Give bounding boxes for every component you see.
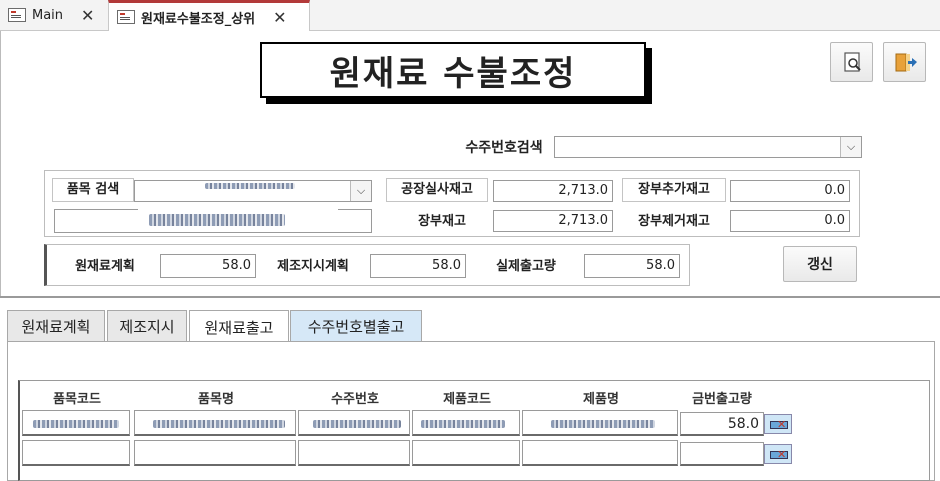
- factory-actual-label: 공장실사재고: [386, 178, 488, 202]
- preview-button[interactable]: [830, 42, 873, 82]
- col-header-out-qty: 금번출고량: [692, 392, 752, 407]
- chevron-down-icon[interactable]: ⌵: [350, 181, 371, 201]
- tab-manufacture-order[interactable]: 제조지시: [107, 310, 187, 342]
- exit-door-icon: [895, 53, 917, 72]
- page-title: 원재료 수불조정: [260, 42, 646, 98]
- actual-out-field[interactable]: 58.0: [584, 254, 680, 278]
- tab-active-form[interactable]: 원재료수불조정_상위 ✕: [108, 0, 310, 31]
- cell-out-qty[interactable]: [680, 442, 764, 466]
- col-header-product-name: 제품명: [583, 392, 619, 407]
- tab-active-label: 원재료수불조정_상위: [141, 11, 256, 27]
- cell-item-code[interactable]: [22, 440, 130, 466]
- cell-product-code[interactable]: [412, 410, 520, 436]
- factory-actual-field[interactable]: 2,713.0: [493, 180, 613, 202]
- cell-item-code[interactable]: [22, 410, 130, 436]
- material-plan-field[interactable]: 58.0: [160, 254, 256, 278]
- form-icon: [8, 8, 26, 22]
- refresh-button[interactable]: 갱신: [783, 246, 857, 282]
- ledger-remove-label: 장부제거재고: [638, 214, 710, 229]
- masked-text: [313, 420, 401, 428]
- col-header-product-code: 제품코드: [443, 392, 491, 407]
- tab-material-out-label: 원재료출고: [204, 319, 274, 337]
- tab-main[interactable]: Main ✕: [8, 0, 108, 30]
- divider: [0, 296, 940, 298]
- masked-text: [205, 183, 295, 189]
- cell-item-name[interactable]: [134, 440, 296, 466]
- close-icon[interactable]: ✕: [273, 8, 286, 27]
- col-header-item-code: 품목코드: [53, 392, 101, 407]
- order-search-combo[interactable]: ⌵: [554, 136, 862, 158]
- exit-button[interactable]: [883, 42, 926, 82]
- print-preview-icon: [844, 52, 861, 72]
- delete-row-icon[interactable]: [764, 414, 792, 434]
- tab-material-out[interactable]: 원재료출고: [189, 310, 289, 344]
- cell-item-name[interactable]: [134, 410, 296, 436]
- material-plan-label: 원재료계획: [75, 259, 135, 274]
- ledger-add-label: 장부추가재고: [622, 178, 726, 202]
- cell-product-name[interactable]: [522, 410, 678, 436]
- cell-out-qty[interactable]: 58.0: [680, 412, 764, 436]
- tab-order-out[interactable]: 수주번호별출고: [290, 310, 422, 342]
- ledger-field[interactable]: 2,713.0: [493, 210, 613, 232]
- tab-material-plan-label: 원재료계획: [21, 317, 91, 336]
- item-search-label: 품목 검색: [52, 178, 134, 202]
- col-header-order-no: 수주번호: [331, 392, 379, 407]
- cell-order-no[interactable]: [298, 410, 410, 436]
- chevron-down-icon[interactable]: ⌵: [840, 137, 861, 157]
- ledger-label: 장부재고: [418, 214, 466, 229]
- masked-text: [149, 214, 285, 226]
- col-header-item-name: 품목명: [198, 392, 234, 407]
- masked-text: [551, 420, 655, 428]
- tab-order-out-label: 수주번호별출고: [307, 317, 405, 336]
- masked-text: [421, 420, 505, 428]
- cell-out-qty-value: 58.0: [727, 416, 759, 432]
- close-icon[interactable]: ✕: [81, 6, 94, 25]
- masked-text: [33, 420, 119, 428]
- delete-row-icon[interactable]: [764, 444, 792, 464]
- ledger-add-field[interactable]: 0.0: [730, 180, 850, 202]
- tab-main-label: Main: [32, 7, 64, 23]
- search-label: 수주번호검색: [465, 140, 543, 156]
- refresh-button-label: 갱신: [807, 257, 833, 273]
- manufacture-plan-label: 제조지시계획: [277, 259, 349, 274]
- masked-text: [153, 420, 285, 428]
- masked-dropdown-item: [138, 202, 338, 210]
- tab-material-plan[interactable]: 원재료계획: [7, 310, 105, 342]
- ledger-remove-field[interactable]: 0.0: [730, 210, 850, 232]
- cell-order-no[interactable]: [298, 440, 410, 466]
- page-title-text: 원재료 수불조정: [329, 53, 577, 94]
- form-icon: [117, 10, 135, 24]
- cell-product-code[interactable]: [412, 440, 520, 466]
- cell-product-name[interactable]: [522, 440, 678, 466]
- tab-manufacture-order-label: 제조지시: [119, 317, 175, 336]
- manufacture-plan-field[interactable]: 58.0: [370, 254, 466, 278]
- item-name-field[interactable]: [54, 209, 372, 233]
- item-search-combo[interactable]: ⌵: [134, 180, 372, 202]
- actual-out-label: 실제출고량: [496, 259, 556, 274]
